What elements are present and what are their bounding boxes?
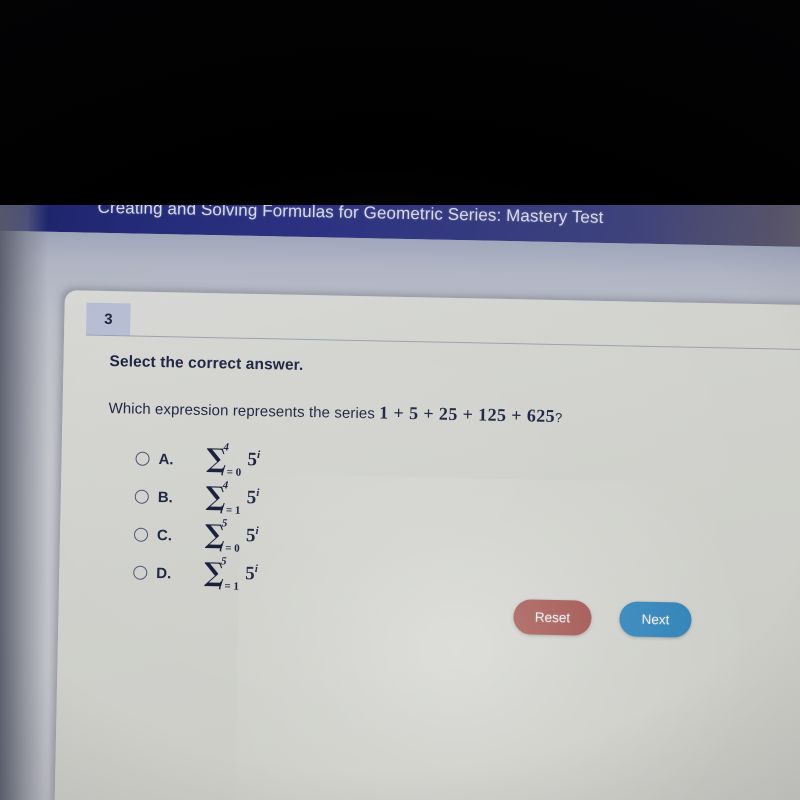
sum-lower-limit-b: i = 1 xyxy=(220,504,241,517)
sum-upper-limit-b: 4 xyxy=(222,479,229,492)
option-row-d[interactable]: D. ∑ 5 i = 1 5i xyxy=(133,554,554,600)
sum-eq-c: = xyxy=(222,542,235,555)
sum-upper-limit-d: 5 xyxy=(220,555,227,568)
photographed-screen: Creating and Solving Formulas for Geomet… xyxy=(0,186,800,800)
question-series-expression: 1 + 5 + 25 + 125 + 625 xyxy=(379,402,556,426)
sum-start-d: 1 xyxy=(233,580,240,593)
reset-button[interactable]: Reset xyxy=(513,599,592,636)
sum-upper-limit-a: 4 xyxy=(223,441,230,454)
summand-base-b: 5i xyxy=(246,486,260,510)
sum-start-b: 1 xyxy=(234,504,241,517)
option-expression-d: ∑ 5 i = 1 5i xyxy=(204,555,258,592)
sum-lower-limit-c: i = 0 xyxy=(219,542,240,555)
sum-eq-a: = xyxy=(223,466,236,479)
radio-button-a[interactable] xyxy=(135,451,150,466)
question-lead-text: Which expression represents the series xyxy=(108,400,380,423)
summand-base-c: 5i xyxy=(246,525,259,548)
base-exponent-c: i xyxy=(255,524,259,537)
sum-eq-d: = xyxy=(221,580,234,593)
option-expression-a: ∑ 4 i = 0 5i xyxy=(206,441,260,478)
option-letter-a: A. xyxy=(158,450,174,468)
sum-start-c: 0 xyxy=(234,542,240,555)
summand-base-a: 5i xyxy=(247,449,260,472)
question-number-tab: 3 xyxy=(86,302,131,336)
question-mark: ? xyxy=(554,409,563,426)
radio-button-d[interactable] xyxy=(133,565,148,580)
radio-button-c[interactable] xyxy=(133,527,149,542)
sum-upper-limit-c: 5 xyxy=(221,517,228,530)
radio-button-b[interactable] xyxy=(134,489,149,504)
screenshot-root: Creating and Solving Formulas for Geomet… xyxy=(0,0,800,800)
base-exponent-a: i xyxy=(256,448,261,461)
question-text: Which expression represents the series 1… xyxy=(108,397,562,427)
answer-options-list: A. ∑ 4 i = 0 5i B. ∑ 4 i = 1 5i C. ∑ 5 i… xyxy=(133,440,556,600)
header-glare xyxy=(648,199,800,249)
page-background: 3 Select the correct answer. Which expre… xyxy=(0,229,800,800)
sum-eq-b: = xyxy=(223,504,236,517)
sum-lower-limit-a: i = 0 xyxy=(221,466,242,479)
sum-lower-limit-d: i = 1 xyxy=(218,580,240,593)
question-card: 3 Select the correct answer. Which expre… xyxy=(52,290,800,800)
black-letterbox-band xyxy=(0,0,800,205)
sum-start-a: 0 xyxy=(235,466,242,479)
action-buttons: Reset Next xyxy=(513,599,692,638)
option-expression-c: ∑ 5 i = 0 5i xyxy=(205,517,259,554)
tab-divider xyxy=(86,334,800,351)
base-exponent-d: i xyxy=(254,562,258,575)
next-button[interactable]: Next xyxy=(619,601,692,638)
option-expression-b: ∑ 4 i = 1 5i xyxy=(206,479,260,516)
option-letter-b: B. xyxy=(157,488,173,506)
question-number-label: 3 xyxy=(104,310,113,328)
instruction-text: Select the correct answer. xyxy=(109,353,304,374)
summand-base-d: 5i xyxy=(245,563,258,586)
option-letter-c: C. xyxy=(156,526,173,544)
base-exponent-b: i xyxy=(256,486,260,499)
option-letter-d: D. xyxy=(156,564,172,582)
